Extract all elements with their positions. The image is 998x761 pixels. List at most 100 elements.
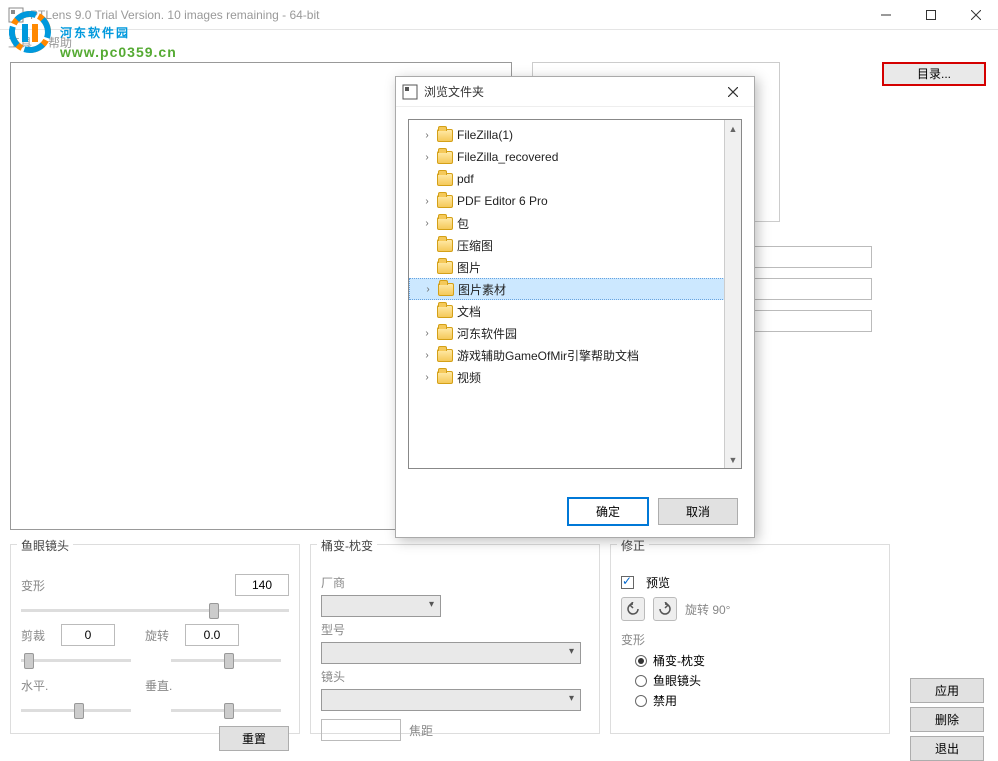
crop-value[interactable]: 0 bbox=[61, 624, 115, 646]
folder-label: 视频 bbox=[457, 369, 481, 386]
folder-label: 包 bbox=[457, 215, 469, 232]
ok-button[interactable]: 确定 bbox=[568, 498, 648, 525]
scroll-up-icon[interactable]: ▲ bbox=[725, 120, 741, 137]
tree-expander-icon[interactable]: › bbox=[421, 350, 433, 361]
correct-group: 修正 预览 旋转 90° 变形 桶变-枕变 鱼眼镜头 禁用 bbox=[610, 544, 890, 734]
folder-tree-item[interactable]: › 游戏辅助GameOfMir引擎帮助文档 bbox=[409, 344, 741, 366]
lens-combo[interactable] bbox=[321, 689, 581, 711]
maximize-button[interactable] bbox=[908, 0, 953, 30]
folder-icon bbox=[437, 239, 453, 252]
fisheye-group: 鱼眼镜头 变形 140 剪裁 0 旋转 0.0 水平. 垂直. bbox=[10, 544, 300, 734]
folder-icon bbox=[437, 349, 453, 362]
barrel-group: 桶变-枕变 厂商 型号 镜头 焦距 bbox=[310, 544, 600, 734]
folder-label: 游戏辅助GameOfMir引擎帮助文档 bbox=[457, 347, 639, 364]
radio-fisheye[interactable]: 鱼眼镜头 bbox=[635, 672, 879, 689]
model-label: 型号 bbox=[321, 621, 345, 638]
tree-expander-icon[interactable]: › bbox=[421, 372, 433, 383]
lens-label: 镜头 bbox=[321, 668, 345, 685]
deform-header: 变形 bbox=[621, 631, 645, 648]
folder-label: pdf bbox=[457, 172, 474, 186]
fisheye-title: 鱼眼镜头 bbox=[17, 537, 73, 554]
folder-icon bbox=[437, 327, 453, 340]
tree-expander-icon[interactable]: › bbox=[421, 328, 433, 339]
focal-label: 焦距 bbox=[409, 722, 433, 739]
correct-title: 修正 bbox=[617, 537, 649, 554]
rotate-cw-icon[interactable] bbox=[653, 597, 677, 621]
rotate-slider[interactable] bbox=[171, 650, 281, 670]
folder-icon bbox=[437, 129, 453, 142]
dialog-title: 浏览文件夹 bbox=[424, 83, 718, 100]
folder-label: 河东软件园 bbox=[457, 325, 517, 342]
folder-label: FileZilla(1) bbox=[457, 128, 513, 142]
exit-button[interactable]: 退出 bbox=[910, 736, 984, 761]
directory-button[interactable]: 目录... bbox=[882, 62, 986, 86]
tree-expander-icon[interactable]: › bbox=[422, 284, 434, 295]
folder-tree-item[interactable]: › FileZilla_recovered bbox=[409, 146, 741, 168]
vert-slider[interactable] bbox=[171, 700, 281, 720]
tree-expander-icon[interactable]: › bbox=[421, 218, 433, 229]
crop-label: 剪裁 bbox=[21, 627, 53, 644]
folder-icon bbox=[437, 195, 453, 208]
radio-barrel[interactable]: 桶变-枕变 bbox=[635, 652, 879, 669]
folder-tree-item[interactable]: › FileZilla(1) bbox=[409, 124, 741, 146]
radio-disable[interactable]: 禁用 bbox=[635, 692, 879, 709]
folder-tree-item[interactable]: › 视频 bbox=[409, 366, 741, 388]
folder-icon bbox=[437, 261, 453, 274]
browse-folder-dialog: 浏览文件夹 › FileZilla(1) › FileZilla_recovered … bbox=[395, 76, 755, 538]
menu-help[interactable]: 帮助 bbox=[48, 34, 72, 51]
folder-label: 文档 bbox=[457, 303, 481, 320]
tree-expander-icon[interactable]: › bbox=[421, 152, 433, 163]
dialog-close-button[interactable] bbox=[718, 80, 748, 104]
folder-icon bbox=[438, 283, 454, 296]
scroll-down-icon[interactable]: ▼ bbox=[725, 451, 741, 468]
apply-button[interactable]: 应用 bbox=[910, 678, 984, 703]
tree-scrollbar[interactable]: ▲ ▼ bbox=[724, 120, 741, 468]
menu-tools[interactable]: 工具 bbox=[8, 34, 32, 51]
folder-icon bbox=[437, 305, 453, 318]
vendor-label: 厂商 bbox=[321, 574, 345, 591]
horiz-slider[interactable] bbox=[21, 700, 131, 720]
preview-checkbox[interactable] bbox=[621, 576, 634, 589]
folder-tree-item[interactable]: pdf bbox=[409, 168, 741, 190]
dialog-icon bbox=[402, 84, 418, 100]
window-titlebar: PTLens 9.0 Trial Version. 10 images rema… bbox=[0, 0, 998, 30]
folder-tree[interactable]: › FileZilla(1) › FileZilla_recovered pdf › PD… bbox=[408, 119, 742, 469]
folder-label: 图片 bbox=[457, 259, 481, 276]
folder-icon bbox=[437, 151, 453, 164]
model-combo[interactable] bbox=[321, 642, 581, 664]
folder-label: FileZilla_recovered bbox=[457, 150, 558, 164]
cancel-button[interactable]: 取消 bbox=[658, 498, 738, 525]
horiz-label: 水平. bbox=[21, 677, 53, 694]
barrel-title: 桶变-枕变 bbox=[317, 537, 377, 554]
vert-label: 垂直. bbox=[145, 677, 177, 694]
folder-tree-item[interactable]: › 河东软件园 bbox=[409, 322, 741, 344]
folder-tree-item[interactable]: 压缩图 bbox=[409, 234, 741, 256]
close-button[interactable] bbox=[953, 0, 998, 30]
rotate90-label: 旋转 90° bbox=[685, 601, 730, 618]
rotate-ccw-icon[interactable] bbox=[621, 597, 645, 621]
minimize-button[interactable] bbox=[863, 0, 908, 30]
preview-label: 预览 bbox=[646, 574, 670, 591]
focal-input[interactable] bbox=[321, 719, 401, 741]
folder-icon bbox=[437, 371, 453, 384]
deform-label: 变形 bbox=[21, 577, 53, 594]
reset-button[interactable]: 重置 bbox=[219, 726, 289, 751]
folder-label: PDF Editor 6 Pro bbox=[457, 194, 548, 208]
delete-button[interactable]: 删除 bbox=[910, 707, 984, 732]
folder-tree-item[interactable]: 文档 bbox=[409, 300, 741, 322]
folder-tree-item[interactable]: › PDF Editor 6 Pro bbox=[409, 190, 741, 212]
deform-slider[interactable] bbox=[21, 600, 289, 620]
vendor-combo[interactable] bbox=[321, 595, 441, 617]
folder-tree-item[interactable]: ›包 bbox=[409, 212, 741, 234]
tree-expander-icon[interactable]: › bbox=[421, 196, 433, 207]
menubar: 工具 帮助 bbox=[0, 30, 998, 54]
folder-tree-item[interactable]: ›图片素材 bbox=[409, 278, 741, 300]
folder-icon bbox=[437, 173, 453, 186]
rotate-label: 旋转 bbox=[145, 627, 177, 644]
rotate-value[interactable]: 0.0 bbox=[185, 624, 239, 646]
folder-label: 压缩图 bbox=[457, 237, 493, 254]
deform-value[interactable]: 140 bbox=[235, 574, 289, 596]
tree-expander-icon[interactable]: › bbox=[421, 130, 433, 141]
folder-tree-item[interactable]: 图片 bbox=[409, 256, 741, 278]
crop-slider[interactable] bbox=[21, 650, 131, 670]
